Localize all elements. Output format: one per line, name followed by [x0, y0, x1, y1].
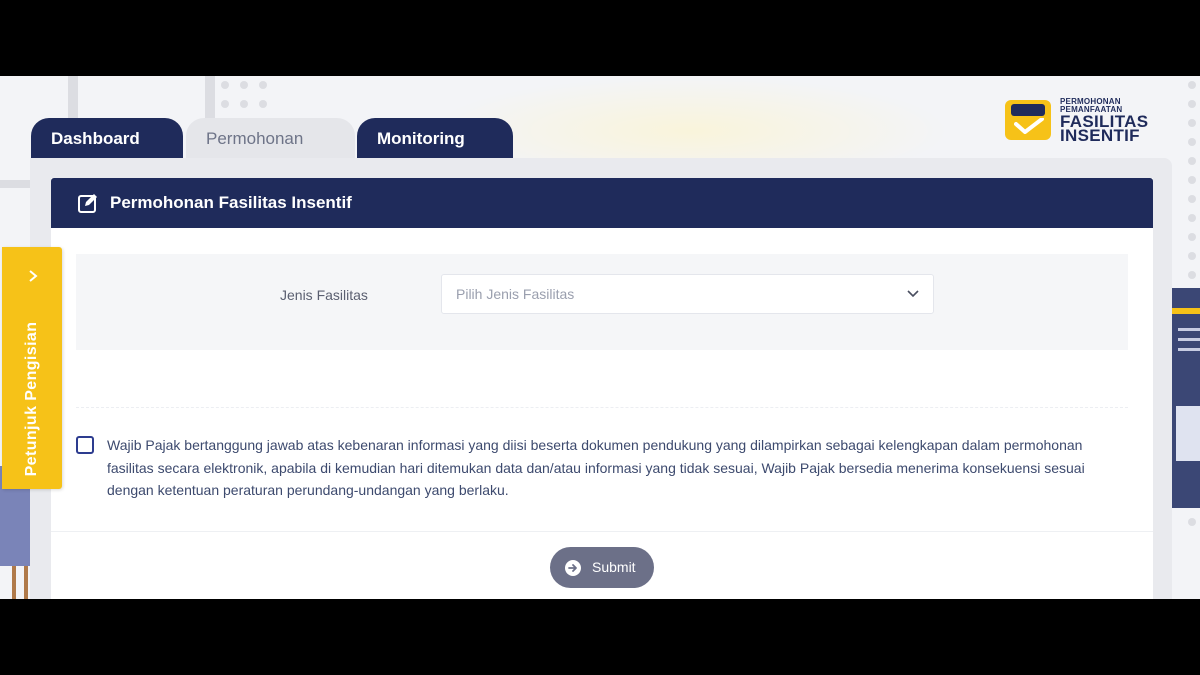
jenis-fasilitas-label: Jenis Fasilitas [280, 287, 368, 303]
illustration-board-accent [1172, 308, 1200, 314]
jenis-fasilitas-select[interactable]: Pilih Jenis Fasilitas [441, 274, 934, 314]
tab-dashboard[interactable]: Dashboard [31, 118, 183, 158]
app-logo: PERMOHONAN PEMANFAATAN FASILITAS INSENTI… [1003, 94, 1163, 146]
logo-mark-icon [1005, 100, 1051, 140]
illustration-board-line [1178, 348, 1200, 351]
illustration-board-panel [1176, 406, 1200, 461]
chevron-right-icon [29, 270, 38, 282]
illustration-board-line [1178, 328, 1200, 331]
tab-monitoring[interactable]: Monitoring [357, 118, 513, 158]
chevron-down-icon [907, 290, 919, 298]
illustration-chair-leg [24, 566, 28, 599]
agreement-checkbox[interactable] [76, 436, 94, 454]
panel-header: Permohonan Fasilitas Insentif [51, 178, 1153, 228]
select-placeholder: Pilih Jenis Fasilitas [456, 286, 575, 302]
submit-label: Submit [592, 559, 636, 575]
logo-text: INSENTIF [1060, 126, 1140, 145]
form-panel: Permohonan Fasilitas Insentif Jenis Fasi… [51, 178, 1153, 599]
agreement-text: Wajib Pajak bertanggung jawab atas keben… [107, 437, 1085, 498]
submit-button[interactable]: Submit [550, 547, 654, 588]
app-viewport: Dashboard Permohonan Monitoring PERMOHON… [0, 76, 1200, 599]
illustration-board [1172, 288, 1200, 508]
petunjuk-pengisian-toggle[interactable]: Petunjuk Pengisian [2, 247, 62, 489]
illustration-board-line [1178, 338, 1200, 341]
form-section: Jenis Fasilitas Pilih Jenis Fasilitas [76, 254, 1128, 350]
section-divider [76, 407, 1128, 408]
petunjuk-pengisian-label: Petunjuk Pengisian [23, 321, 40, 477]
illustration-chair-leg [12, 566, 16, 599]
background-dots [221, 81, 267, 108]
tab-permohonan[interactable]: Permohonan [186, 118, 355, 158]
edit-icon [78, 194, 97, 213]
panel-title: Permohonan Fasilitas Insentif [110, 193, 352, 212]
footer-divider [51, 531, 1153, 532]
arrow-right-circle-icon [565, 560, 581, 576]
